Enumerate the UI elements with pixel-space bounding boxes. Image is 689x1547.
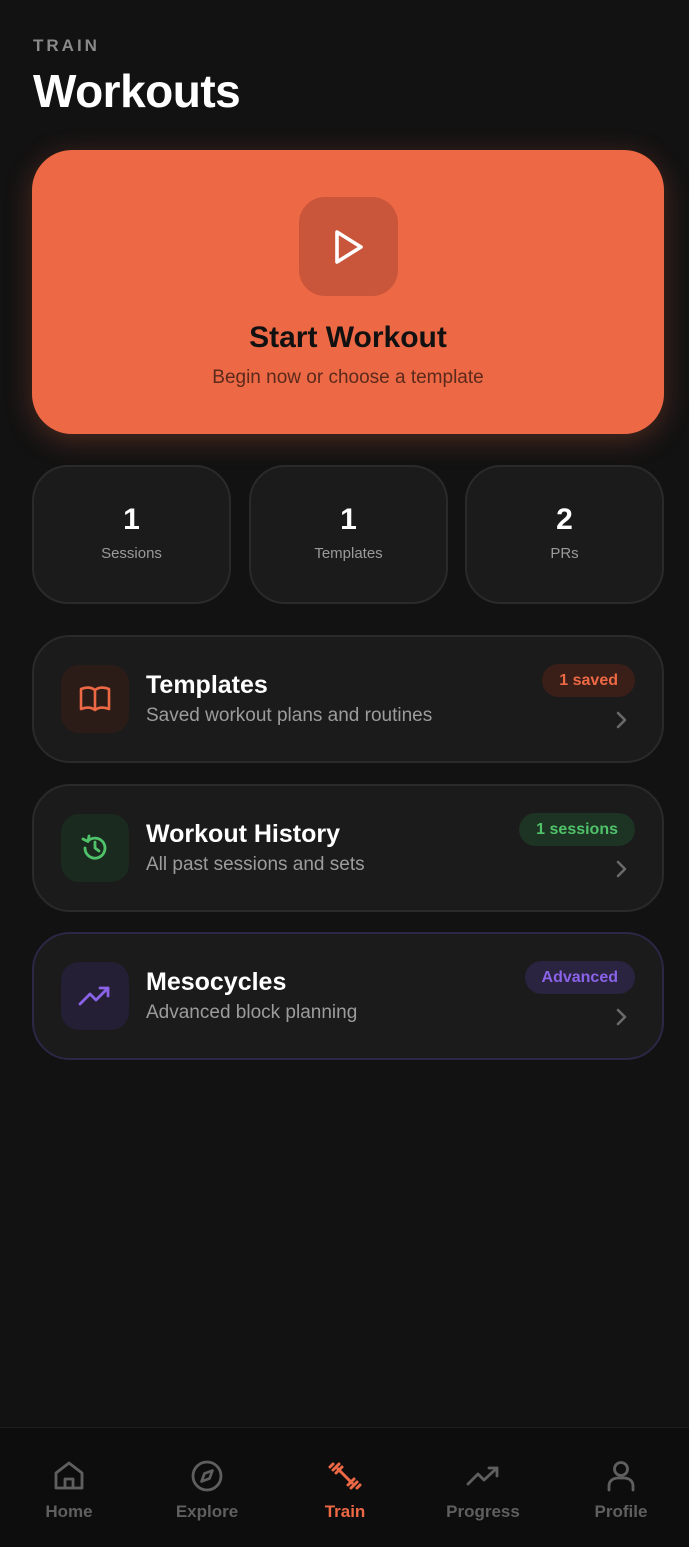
card-subtitle: Advanced block planning (146, 1002, 358, 1023)
tab-progress[interactable]: Progress (414, 1428, 552, 1547)
tab-label: Explore (175, 1502, 239, 1521)
tab-train[interactable]: Train (276, 1428, 414, 1547)
stat-value: 2 (556, 503, 573, 536)
dumbbell-icon (328, 1462, 362, 1490)
home-icon (54, 1461, 84, 1490)
stat-templates: 1 Templates (249, 465, 448, 604)
stat-prs: 2 PRs (465, 465, 664, 604)
user-icon (607, 1461, 635, 1492)
chevron-right-icon (616, 860, 627, 878)
start-workout-title: Start Workout (249, 321, 447, 354)
card-title: Mesocycles (146, 968, 287, 996)
templates-card[interactable]: Templates Saved workout plans and routin… (32, 635, 664, 763)
advanced-badge: Advanced (524, 961, 635, 994)
section-eyebrow: TRAIN (33, 36, 100, 55)
stat-value: 1 (123, 503, 140, 536)
trending-up-icon (466, 1466, 499, 1486)
card-title: Workout History (146, 820, 340, 848)
card-subtitle: Saved workout plans and routines (146, 705, 433, 726)
mesocycles-card[interactable]: Mesocycles Advanced block planning Advan… (32, 932, 664, 1060)
bottom-tab-bar: Home Explore Train Progress Profile (0, 1427, 689, 1547)
stat-value: 1 (340, 503, 357, 536)
tab-profile[interactable]: Profile (552, 1428, 689, 1547)
history-icon (61, 814, 129, 882)
chevron-right-icon (616, 1008, 627, 1026)
card-subtitle: All past sessions and sets (146, 854, 365, 875)
play-icon (298, 197, 398, 296)
stat-sessions: 1 Sessions (32, 465, 231, 604)
start-workout-button[interactable]: Start Workout Begin now or choose a temp… (32, 150, 664, 434)
tab-label: Train (324, 1502, 366, 1521)
tab-home[interactable]: Home (0, 1428, 138, 1547)
tab-label: Progress (446, 1502, 520, 1521)
sessions-count-badge: 1 sessions (519, 813, 635, 846)
compass-icon (191, 1460, 223, 1492)
start-workout-subtitle: Begin now or choose a template (212, 367, 484, 388)
tab-label: Home (45, 1502, 93, 1521)
tab-explore[interactable]: Explore (138, 1428, 276, 1547)
workout-history-card[interactable]: Workout History All past sessions and se… (32, 784, 664, 912)
stats-row: 1 Sessions 1 Templates 2 PRs (32, 465, 664, 604)
book-open-icon (61, 665, 129, 733)
workouts-screen: TRAIN Workouts Start Workout Begin now o… (0, 0, 689, 1547)
chevron-right-icon (616, 711, 627, 729)
templates-count-badge: 1 saved (542, 664, 635, 697)
stat-label: PRs (550, 545, 579, 562)
trending-up-icon (61, 962, 129, 1030)
stat-label: Templates (314, 545, 383, 562)
card-title: Templates (146, 671, 268, 699)
page-title: Workouts (33, 65, 241, 117)
stat-label: Sessions (101, 545, 162, 562)
tab-label: Profile (594, 1502, 648, 1521)
